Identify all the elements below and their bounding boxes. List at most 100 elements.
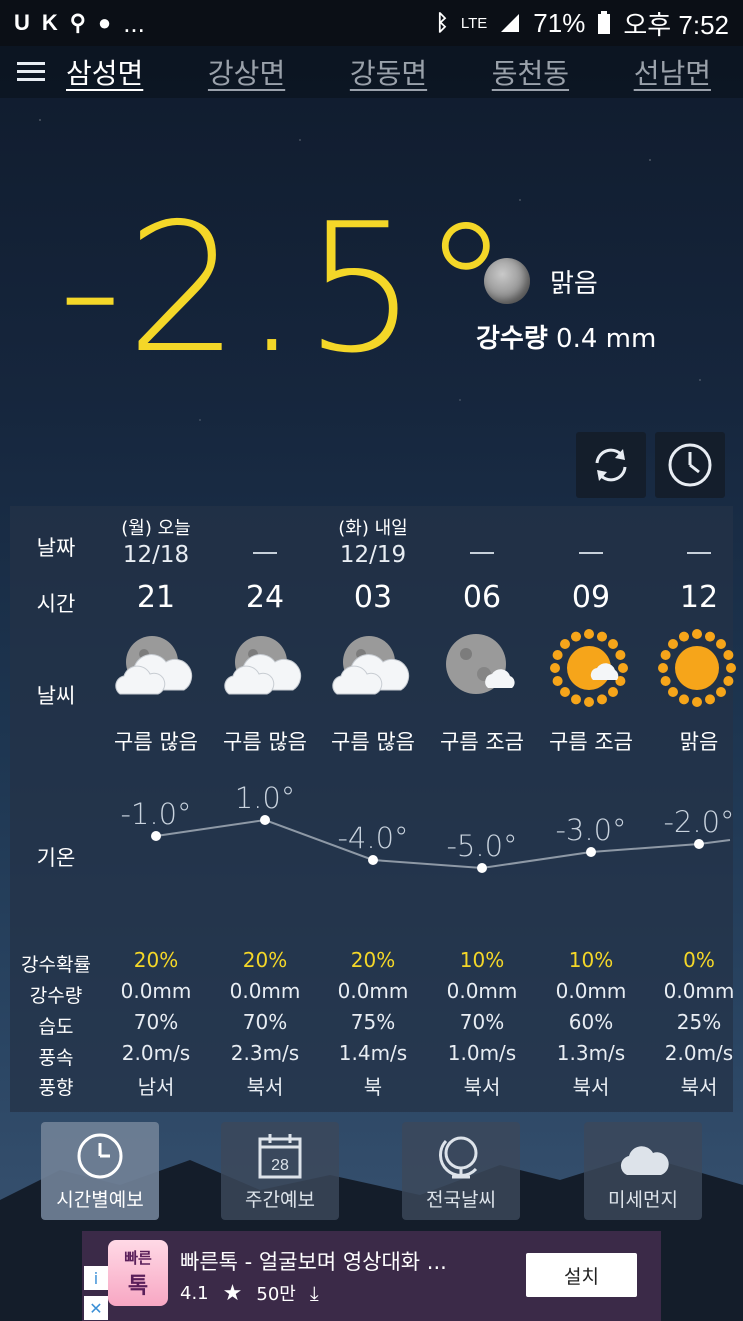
temp-point <box>151 831 161 841</box>
cloudy-night-icon <box>211 628 319 708</box>
tab-location-3[interactable]: 강동면 <box>346 52 431 92</box>
forecast-hour: 09 <box>537 580 645 615</box>
forecast-humidity-text: 60% <box>568 1010 614 1034</box>
forecast-hour-text: 21 <box>136 580 176 615</box>
forecast-hour: 03 <box>319 580 427 615</box>
forecast-precip-prob: 0% <box>645 948 743 972</box>
current-precipitation: 강수량 0.4 mm <box>476 318 656 355</box>
cloud-icon <box>620 1146 669 1175</box>
temp-point <box>586 847 596 857</box>
forecast-date-dash <box>537 538 645 558</box>
ad-meta: 4.1 ★ 50만 ⤓ <box>180 1280 319 1306</box>
forecast-precip-amt: 0.0mm <box>319 979 427 1003</box>
tab-location-2[interactable]: 강상면 <box>204 52 289 92</box>
forecast-condition: 구름 많음 <box>319 726 427 756</box>
forecast-hour: 12 <box>645 580 743 615</box>
forecast-wind-speed-text: 1.3m/s <box>556 1041 626 1065</box>
tab-location-4[interactable]: 동천동 <box>488 52 573 92</box>
forecast-day-text: (월) 오늘 <box>121 518 191 539</box>
nav-weekly-forecast[interactable]: 28 주간예보 <box>221 1122 339 1220</box>
forecast-date-text: 12/19 <box>339 542 407 568</box>
forecast-wind-speed-text: 1.0m/s <box>447 1041 517 1065</box>
app-notification-icon: U <box>14 10 30 35</box>
forecast-hour: 06 <box>428 580 536 615</box>
forecast-wind-dir: 북서 <box>537 1071 645 1100</box>
lte-indicator: LTE <box>460 14 488 32</box>
status-bar: U K ⚲ ● ... ᛒ LTE 71% 오후 7:52 <box>0 0 743 46</box>
forecast-date: 12/19 <box>319 542 427 568</box>
forecast-humidity-text: 75% <box>350 1010 396 1034</box>
forecast-wind-dir-text: 북서 <box>246 1075 284 1099</box>
forecast-precip-prob: 20% <box>211 948 319 972</box>
clock-icon <box>77 1133 123 1179</box>
forecast-precip-amt: 0.0mm <box>211 979 319 1003</box>
tab-location-1[interactable]: 삼성면 <box>62 52 147 92</box>
row-label-wind-dir: 풍향 <box>38 1077 74 1099</box>
forecast-humidity: 25% <box>645 1010 743 1034</box>
forecast-precip-amt-text: 0.0mm <box>446 979 518 1003</box>
temp-point <box>368 855 378 865</box>
forecast-wind-dir: 북서 <box>645 1071 743 1100</box>
forecast-precip-prob: 20% <box>319 948 427 972</box>
forecast-condition: 맑음 <box>645 726 743 756</box>
forecast-precip-prob-text: 20% <box>133 948 179 972</box>
ad-downloads: 50만 <box>256 1284 296 1305</box>
temp-label: -5.0° <box>446 829 517 863</box>
temp-label: -1.0° <box>120 797 191 831</box>
forecast-wind-speed: 1.4m/s <box>319 1041 427 1065</box>
k-notification-icon: K <box>41 10 58 35</box>
temp-label: 1.0° <box>235 781 296 815</box>
forecast-wind-speed-text: 1.4m/s <box>338 1041 408 1065</box>
ad-close-icon[interactable]: ✕ <box>84 1296 108 1320</box>
forecast-wind-dir-text: 북서 <box>680 1075 718 1099</box>
ad-info-icon[interactable]: i <box>84 1266 108 1290</box>
forecast-date: 12/18 <box>102 542 210 568</box>
forecast-day: (화) 내일 <box>319 514 427 540</box>
forecast-precip-amt: 0.0mm <box>102 979 210 1003</box>
forecast-condition: 구름 많음 <box>211 726 319 756</box>
temperature-line-graph: -1.0° 1.0° -4.0° -5.0° -3.0° -2.0° <box>120 781 733 873</box>
forecast-condition-text: 맑음 <box>679 730 719 754</box>
ad-app-logo: 빠른 톡 <box>108 1240 168 1306</box>
forecast-precip-amt: 0.0mm <box>645 979 743 1003</box>
current-temperature: -2.5° <box>58 185 515 392</box>
row-label-time: 시간 <box>36 592 76 616</box>
moon-icon <box>484 258 530 304</box>
temp-label: -3.0° <box>555 813 626 847</box>
forecast-hour-text: 03 <box>353 580 393 615</box>
refresh-button[interactable] <box>576 432 646 498</box>
hamburger-menu-button[interactable] <box>0 46 62 98</box>
ad-install-button[interactable]: 설치 <box>526 1253 637 1297</box>
forecast-precip-prob: 10% <box>428 948 536 972</box>
forecast-humidity-text: 70% <box>133 1010 179 1034</box>
battery-percent: 71% <box>533 7 586 38</box>
forecast-condition-text: 구름 많음 <box>114 730 198 754</box>
nav-hourly-forecast[interactable]: 시간별예보 <box>41 1122 159 1220</box>
history-button[interactable] <box>655 432 725 498</box>
forecast-day: (월) 오늘 <box>102 514 210 540</box>
cloudy-night-icon <box>319 628 427 708</box>
forecast-humidity-text: 70% <box>459 1010 505 1034</box>
tab-location-5[interactable]: 선남면 <box>630 52 715 92</box>
forecast-humidity: 70% <box>102 1010 210 1034</box>
forecast-day-text: (화) 내일 <box>338 518 408 539</box>
broom-icon: ⚲ <box>69 10 86 35</box>
forecast-precip-prob: 10% <box>537 948 645 972</box>
forecast-hour: 24 <box>211 580 319 615</box>
row-label-precip-prob: 강수확률 <box>21 954 91 976</box>
forecast-wind-dir: 북서 <box>211 1071 319 1100</box>
forecast-precip-prob-text: 20% <box>242 948 288 972</box>
temp-point <box>477 863 487 873</box>
forecast-condition: 구름 많음 <box>102 726 210 756</box>
forecast-wind-speed: 2.0m/s <box>102 1041 210 1065</box>
nav-label: 주간예보 <box>245 1189 315 1211</box>
nav-national-weather[interactable]: 전국날씨 <box>402 1122 520 1220</box>
forecast-wind-speed-text: 2.0m/s <box>664 1041 734 1065</box>
battery-icon <box>598 11 611 34</box>
nav-fine-dust[interactable]: 미세먼지 <box>584 1122 702 1220</box>
cloudy-night-icon <box>102 628 210 708</box>
forecast-wind-dir-text: 북서 <box>463 1075 501 1099</box>
temp-point <box>694 839 704 849</box>
forecast-wind-dir: 남서 <box>102 1071 210 1100</box>
forecast-precip-amt-text: 0.0mm <box>555 979 627 1003</box>
